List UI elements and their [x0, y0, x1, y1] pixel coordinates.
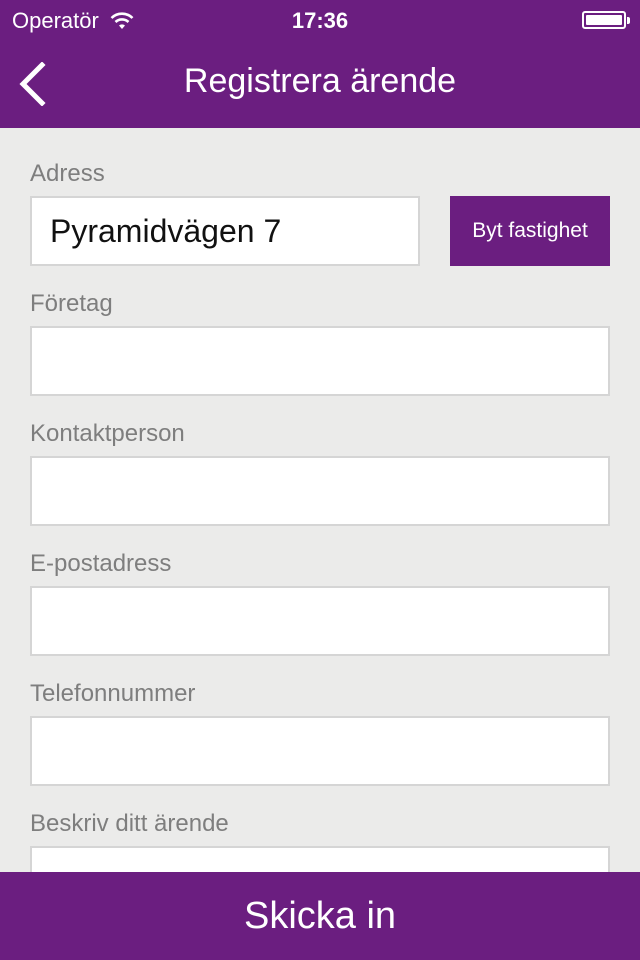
page-title: Registrera ärende — [183, 62, 457, 100]
contact-person-label: Kontaktperson — [30, 420, 185, 447]
status-time: 17:36 — [291, 8, 349, 33]
company-label: Företag — [30, 290, 113, 317]
description-field[interactable] — [30, 846, 610, 872]
battery-level — [586, 15, 622, 25]
contact-person-field[interactable] — [30, 456, 610, 526]
app-header: Operatör 17:36 Registrera ärende — [0, 0, 640, 128]
change-property-button[interactable]: Byt fastighet — [450, 196, 610, 266]
submit-button[interactable]: Skicka in — [0, 872, 640, 960]
description-label: Beskriv ditt ärende — [30, 810, 229, 837]
phone-label: Telefonnummer — [30, 680, 196, 707]
case-form: Adress Byt fastighet Företag Kontaktpers… — [0, 128, 640, 872]
email-label: E-postadress — [30, 550, 172, 577]
battery-icon — [582, 11, 630, 29]
status-bar: Operatör 17:36 — [0, 0, 640, 40]
phone-field[interactable] — [30, 716, 610, 786]
company-field[interactable] — [30, 326, 610, 396]
email-field[interactable] — [30, 586, 610, 656]
address-field[interactable] — [30, 196, 420, 266]
address-label: Adress — [30, 160, 105, 187]
